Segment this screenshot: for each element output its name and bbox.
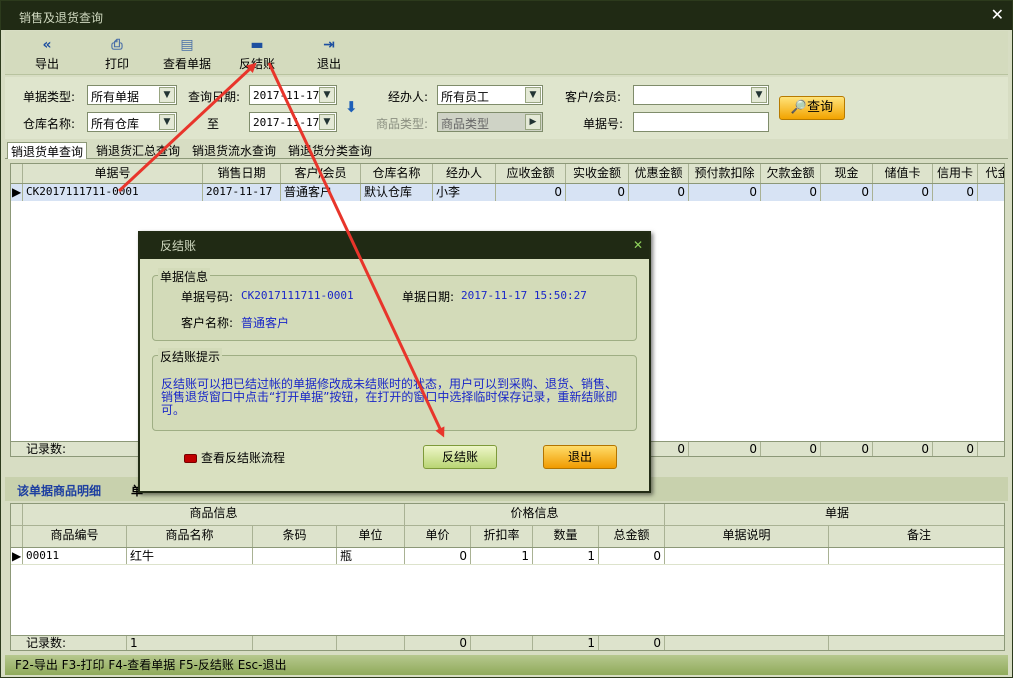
- table-row[interactable]: ▶ 00011 红牛 瓶 0 1 1 0: [11, 548, 1004, 565]
- view-flow-link[interactable]: 查看反结账流程: [184, 449, 285, 466]
- doc-no-value: CK2017111711-0001: [241, 289, 354, 302]
- column-header[interactable]: 客户/会员: [281, 164, 361, 183]
- chevron-down-icon: ▼: [319, 87, 335, 103]
- table-footer: 记录数: 1 0 1 0: [11, 635, 1004, 650]
- detail-title: 该单据商品明细: [17, 484, 102, 498]
- column-header[interactable]: 实收金额: [566, 164, 629, 183]
- close-icon[interactable]: ✕: [991, 5, 1004, 24]
- customer-value: 普通客户: [241, 316, 290, 330]
- column-header[interactable]: 预付款扣除: [689, 164, 761, 183]
- hint-text: 反结账可以把已结过帐的单据修改成未结账时的状态，用户可以到采购、退货、销售、销售…: [161, 377, 618, 417]
- document-view-icon: ▤: [180, 37, 194, 53]
- column-header[interactable]: 单据说明: [665, 526, 829, 547]
- toolbar: « 导出 ⎙ 打印 ▤ 查看单据 ▬ 反结账 ⇥ 退出: [5, 31, 1008, 75]
- row-pointer-icon: ▶: [12, 184, 23, 201]
- column-header[interactable]: 单据号: [23, 164, 203, 183]
- column-header[interactable]: 代金: [978, 164, 1004, 183]
- column-header[interactable]: 单价: [405, 526, 471, 547]
- column-header[interactable]: 欠款金额: [761, 164, 821, 183]
- confirm-reverse-settle-button[interactable]: 反结账: [423, 445, 497, 469]
- doc-no-input[interactable]: [633, 112, 769, 132]
- search-icon: 🔎: [790, 100, 808, 115]
- query-date-label: 查询日期:: [188, 90, 241, 104]
- chevron-down-icon: ▼: [159, 114, 175, 130]
- red-indicator-icon: [184, 454, 197, 463]
- column-header[interactable]: 储值卡: [873, 164, 933, 183]
- column-header[interactable]: 单位: [337, 526, 405, 547]
- table-header: 商品编号 商品名称 条码 单位 单价 折扣率 数量 总金额 单据说明 备注: [11, 526, 1004, 548]
- tab-flow-query[interactable]: 销退货流水查询: [189, 142, 279, 159]
- column-header[interactable]: 总金额: [599, 526, 665, 547]
- tab-category-query[interactable]: 销退货分类查询: [285, 142, 375, 159]
- column-header[interactable]: 现金: [821, 164, 873, 183]
- column-header[interactable]: 信用卡: [933, 164, 978, 183]
- column-header[interactable]: 经办人: [433, 164, 496, 183]
- handler-select[interactable]: 所有员工 ▼: [437, 85, 543, 105]
- warehouse-label: 仓库名称:: [23, 117, 76, 131]
- column-header[interactable]: 数量: [533, 526, 599, 547]
- chevron-down-icon: ▼: [525, 87, 541, 103]
- column-header[interactable]: 应收金额: [496, 164, 566, 183]
- close-icon[interactable]: ✕: [633, 238, 643, 252]
- title-bar: 销售及退货查询 ✕: [1, 1, 1012, 30]
- print-button[interactable]: ⎙ 打印: [85, 37, 149, 73]
- doc-no-label: 单据号:: [583, 117, 624, 131]
- date-from-picker[interactable]: 2017-11-17 ▼: [249, 85, 337, 105]
- column-header[interactable]: 备注: [829, 526, 1004, 547]
- doc-info-group: 单据信息 单据号码: CK2017111711-0001 单据日期: 2017-…: [152, 268, 637, 341]
- minus-icon: ▬: [250, 37, 264, 53]
- status-bar: F2-导出 F3-打印 F4-查看单据 F5-反结账 Esc-退出: [5, 655, 1008, 675]
- exit-button[interactable]: ⇥ 退出: [297, 37, 361, 73]
- goods-detail-table: 商品信息 价格信息 单据 商品编号 商品名称 条码 单位 单价 折扣率 数量 总…: [10, 503, 1005, 651]
- dialog-title: 反结账: [140, 233, 649, 259]
- column-header[interactable]: 折扣率: [471, 526, 533, 547]
- date-to-picker[interactable]: 2017-11-17 ▼: [249, 112, 337, 132]
- chevron-down-icon: ▼: [751, 87, 767, 103]
- table-row[interactable]: ▶ CK2017111711-0001 2017-11-17 15 普通客户 默…: [11, 184, 1004, 201]
- doc-date-value: 2017-11-17 15:50:27: [461, 289, 587, 302]
- doc-type-select[interactable]: 所有单据 ▼: [87, 85, 177, 105]
- tab-doc-query[interactable]: 销退货单查询: [7, 142, 88, 159]
- main-window: 销售及退货查询 ✕ « 导出 ⎙ 打印 ▤ 查看单据 ▬ 反结账 ⇥ 退出 单据…: [0, 0, 1013, 678]
- customer-label: 客户/会员:: [565, 90, 622, 104]
- table-header: 单据号 销售日期 客户/会员 仓库名称 经办人 应收金额 实收金额 优惠金额 预…: [11, 164, 1004, 184]
- customer-select[interactable]: ▼: [633, 85, 769, 105]
- column-header[interactable]: 优惠金额: [629, 164, 689, 183]
- tab-bar: 销退货单查询 销退货汇总查询 销退货流水查询 销退货分类查询: [5, 141, 1008, 159]
- to-label: 至: [207, 117, 220, 131]
- goods-type-label: 商品类型:: [376, 117, 429, 131]
- goods-type-select[interactable]: 商品类型 ▶: [437, 112, 543, 132]
- group-header: 商品信息 价格信息 单据: [11, 504, 1004, 526]
- doc-type-label: 单据类型:: [23, 90, 76, 104]
- exit-door-icon: ⇥: [323, 37, 335, 53]
- printer-icon: ⎙: [111, 37, 123, 53]
- tab-summary-query[interactable]: 销退货汇总查询: [93, 142, 183, 159]
- column-header[interactable]: 商品名称: [127, 526, 253, 547]
- reverse-settle-button[interactable]: ▬ 反结账: [225, 37, 289, 73]
- chevron-down-icon: ▼: [319, 114, 335, 130]
- view-document-button[interactable]: ▤ 查看单据: [155, 37, 219, 73]
- chevron-right-icon: ▶: [525, 114, 541, 130]
- filter-panel: 单据类型: 所有单据 ▼ 查询日期: 2017-11-17 ▼ ⬇ 经办人: 所有员…: [5, 77, 1008, 139]
- window-title: 销售及退货查询: [19, 11, 104, 25]
- handler-label: 经办人:: [388, 90, 429, 104]
- column-header[interactable]: 仓库名称: [361, 164, 433, 183]
- column-header[interactable]: 条码: [253, 526, 337, 547]
- reverse-settle-dialog: 反结账 ✕ 单据信息 单据号码: CK2017111711-0001 单据日期:…: [138, 231, 651, 493]
- column-header[interactable]: 商品编号: [23, 526, 127, 547]
- warehouse-select[interactable]: 所有仓库 ▼: [87, 112, 177, 132]
- down-arrow-icon: ⬇: [345, 98, 358, 116]
- double-left-arrow-icon: «: [42, 37, 52, 53]
- chevron-down-icon: ▼: [159, 87, 175, 103]
- hint-group: 反结账提示 反结账可以把已结过帐的单据修改成未结账时的状态，用户可以到采购、退货…: [152, 348, 637, 431]
- column-header[interactable]: 销售日期: [203, 164, 281, 183]
- query-button[interactable]: 🔎查询: [779, 96, 845, 120]
- dialog-exit-button[interactable]: 退出: [543, 445, 617, 469]
- export-button[interactable]: « 导出: [15, 37, 79, 73]
- row-pointer-icon: ▶: [12, 548, 23, 564]
